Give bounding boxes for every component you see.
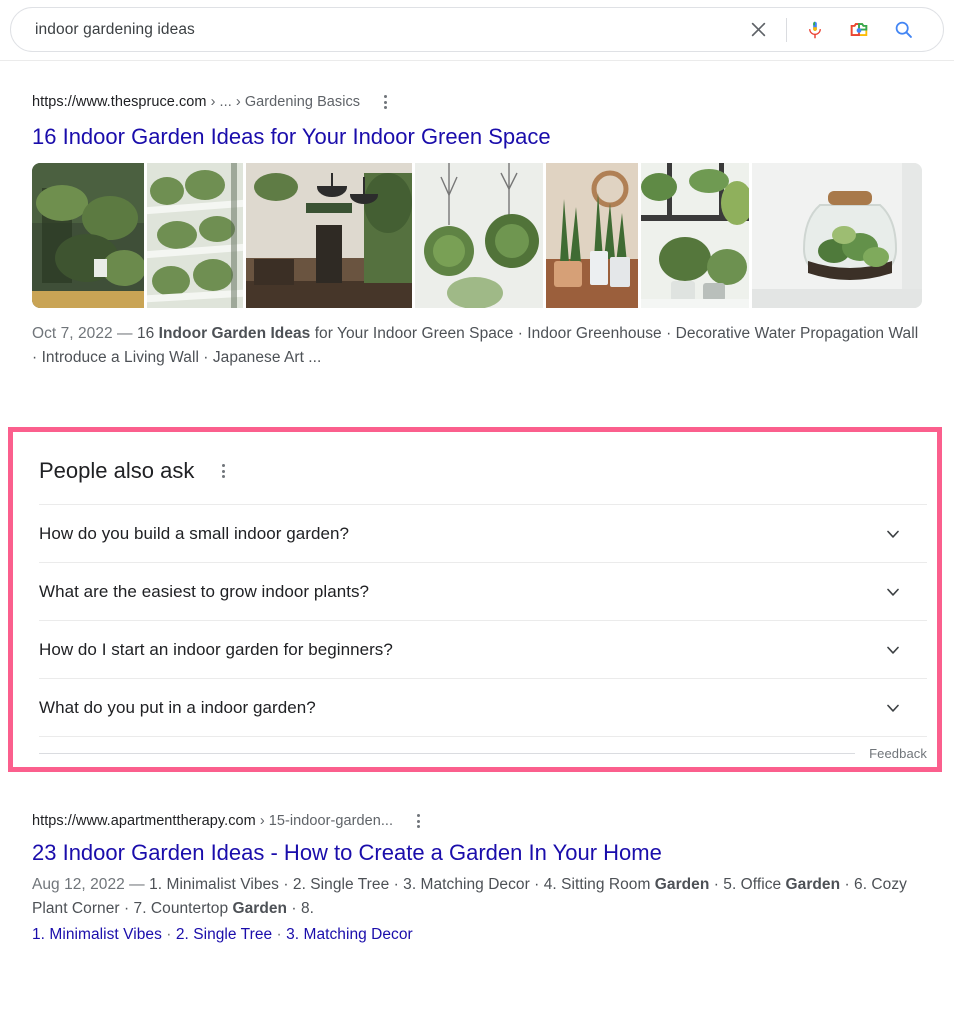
breadcrumb-path: › 15-indoor-garden... bbox=[255, 813, 394, 829]
search-submit-icon[interactable] bbox=[881, 10, 925, 50]
google-lens-icon[interactable] bbox=[837, 10, 881, 50]
paa-question-text: How do you build a small indoor garden? bbox=[39, 523, 350, 543]
result-1-title-link[interactable]: 16 Indoor Garden Ideas for Your Indoor G… bbox=[32, 123, 922, 151]
result-2-title-link[interactable]: 23 Indoor Garden Ideas - How to Create a… bbox=[32, 839, 920, 867]
thumbnail-image[interactable] bbox=[246, 163, 412, 308]
thumbnail-image[interactable] bbox=[752, 163, 922, 308]
paa-question-item[interactable]: How do you build a small indoor garden? bbox=[39, 505, 927, 563]
result-options-kebab-icon[interactable] bbox=[372, 89, 398, 115]
paa-question-text: How do I start an indoor garden for begi… bbox=[39, 639, 393, 659]
thumbnail-image[interactable] bbox=[415, 163, 543, 308]
search-input[interactable] bbox=[35, 20, 736, 39]
paa-question-item[interactable]: What do you put in a indoor garden? bbox=[39, 679, 927, 737]
people-also-ask-kebab-icon[interactable] bbox=[210, 458, 236, 484]
people-also-ask-module: People also ask How do you build a small… bbox=[39, 454, 927, 769]
search-box[interactable] bbox=[10, 7, 944, 52]
result-2-date: Aug 12, 2022 — bbox=[32, 876, 150, 893]
paa-question-item[interactable]: How do I start an indoor garden for begi… bbox=[39, 621, 927, 679]
search-result-1: https://www.thespruce.com › ... › Garden… bbox=[32, 92, 922, 369]
breadcrumb-domain: https://www.thespruce.com bbox=[32, 94, 207, 110]
result-1-snippet: Oct 7, 2022 — 16 Indoor Garden Ideas for… bbox=[32, 322, 920, 369]
result-1-breadcrumb-row: https://www.thespruce.com › ... › Garden… bbox=[32, 92, 922, 112]
clear-icon[interactable] bbox=[736, 10, 780, 50]
breadcrumb: https://www.apartmenttherapy.com › 15-in… bbox=[32, 811, 393, 831]
feedback-link[interactable]: Feedback bbox=[869, 746, 927, 761]
result-2-breadcrumb-row: https://www.apartmenttherapy.com › 15-in… bbox=[32, 811, 920, 831]
result-2-snippet: Aug 12, 2022 — 1. Minimalist Vibes · 2. … bbox=[32, 873, 920, 920]
thumbnail-image[interactable] bbox=[147, 163, 243, 308]
chevron-down-icon[interactable] bbox=[881, 522, 905, 546]
breadcrumb-domain: https://www.apartmenttherapy.com bbox=[32, 813, 256, 829]
breadcrumb-path: › ... › Gardening Basics bbox=[206, 94, 361, 110]
chevron-down-icon[interactable] bbox=[881, 580, 905, 604]
paa-question-text: What do you put in a indoor garden? bbox=[39, 697, 316, 717]
sitelink[interactable]: 2. Single Tree bbox=[176, 926, 272, 943]
search-header bbox=[0, 0, 954, 61]
microphone-icon[interactable] bbox=[793, 10, 837, 50]
sitelink[interactable]: 3. Matching Decor bbox=[286, 926, 413, 943]
thumbnail-image[interactable] bbox=[641, 163, 749, 308]
result-options-kebab-icon[interactable] bbox=[405, 808, 431, 834]
thumbnail-image[interactable] bbox=[32, 163, 144, 308]
result-1-date: Oct 7, 2022 — bbox=[32, 325, 137, 342]
chevron-down-icon[interactable] bbox=[881, 638, 905, 662]
people-also-ask-header: People also ask bbox=[39, 454, 927, 488]
breadcrumb: https://www.thespruce.com › ... › Garden… bbox=[32, 92, 360, 112]
result-1-thumbnail-strip[interactable] bbox=[32, 163, 922, 308]
google-search-results-page: https://www.thespruce.com › ... › Garden… bbox=[0, 0, 954, 1024]
sitelink[interactable]: 1. Minimalist Vibes bbox=[32, 926, 162, 943]
search-result-2: https://www.apartmenttherapy.com › 15-in… bbox=[32, 811, 920, 946]
result-2-sitelinks: 1. Minimalist Vibes · 2. Single Tree · 3… bbox=[32, 923, 920, 946]
sitelink-separator: · bbox=[272, 926, 287, 943]
people-also-ask-title: People also ask bbox=[39, 458, 195, 483]
search-box-actions bbox=[736, 10, 925, 50]
people-also-ask-footer: Feedback bbox=[39, 737, 927, 769]
result-2-snippet-text: 1. Minimalist Vibes · 2. Single Tree · 3… bbox=[32, 876, 907, 917]
paa-question-text: What are the easiest to grow indoor plan… bbox=[39, 581, 370, 601]
people-also-ask-highlight-box: People also ask How do you build a small… bbox=[8, 427, 942, 772]
paa-question-item[interactable]: What are the easiest to grow indoor plan… bbox=[39, 563, 927, 621]
sitelink-separator: · bbox=[161, 926, 176, 943]
chevron-down-icon[interactable] bbox=[881, 696, 905, 720]
search-actions-divider bbox=[786, 17, 787, 42]
result-1-snippet-text: 16 Indoor Garden Ideas for Your Indoor G… bbox=[32, 325, 919, 366]
footer-divider-line bbox=[39, 752, 856, 754]
thumbnail-image[interactable] bbox=[546, 163, 638, 308]
